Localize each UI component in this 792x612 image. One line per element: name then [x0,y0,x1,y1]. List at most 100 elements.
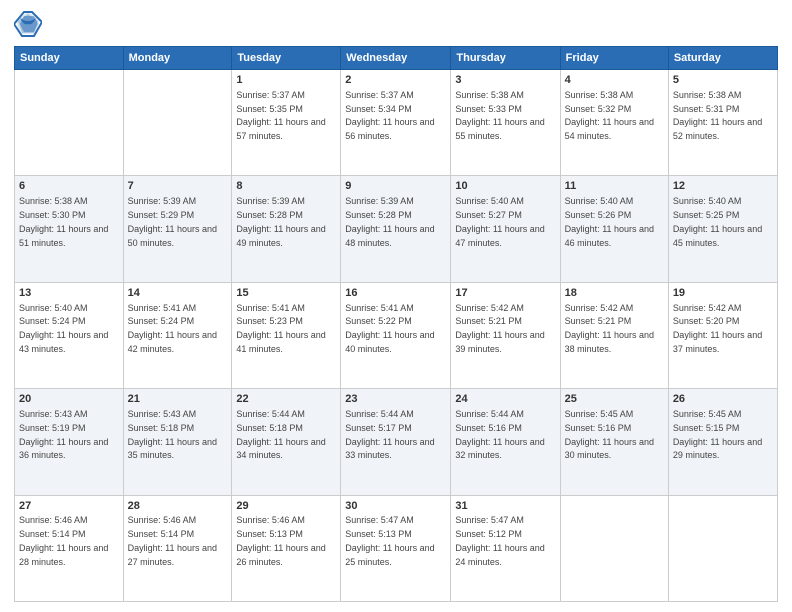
day-number: 20 [19,392,119,407]
cell-sunrise: Sunrise: 5:39 AM [128,196,197,206]
cell-daylight: Daylight: 11 hours and 37 minutes. [673,330,762,354]
cell-sunrise: Sunrise: 5:38 AM [455,90,524,100]
cell-sunrise: Sunrise: 5:38 AM [19,196,88,206]
cell-sunset: Sunset: 5:12 PM [455,529,522,539]
cell-daylight: Daylight: 11 hours and 35 minutes. [128,437,217,461]
calendar-cell: 7Sunrise: 5:39 AMSunset: 5:29 PMDaylight… [123,176,232,282]
calendar-week-4: 20Sunrise: 5:43 AMSunset: 5:19 PMDayligh… [15,389,778,495]
cell-daylight: Daylight: 11 hours and 34 minutes. [236,437,325,461]
calendar-cell: 31Sunrise: 5:47 AMSunset: 5:12 PMDayligh… [451,495,560,601]
cell-daylight: Daylight: 11 hours and 36 minutes. [19,437,108,461]
calendar-cell: 10Sunrise: 5:40 AMSunset: 5:27 PMDayligh… [451,176,560,282]
cell-daylight: Daylight: 11 hours and 38 minutes. [565,330,654,354]
calendar-cell: 16Sunrise: 5:41 AMSunset: 5:22 PMDayligh… [341,282,451,388]
day-number: 13 [19,286,119,301]
calendar-cell: 8 Sunrise: 5:39 AM Sunset: 5:28 PM Daylight… [232,176,341,282]
cell-sunrise: Sunrise: 5:46 AM [19,515,88,525]
day-number: 29 [236,499,336,514]
cell-daylight: Daylight: 11 hours and 49 minutes. [236,224,325,248]
day-number: 24 [455,392,555,407]
day-number: 22 [236,392,336,407]
cell-daylight: Daylight: 11 hours and 54 minutes. [565,117,654,141]
cell-sunrise: Sunrise: 5:39 AM [236,196,305,206]
cell-daylight: Daylight: 11 hours and 33 minutes. [345,437,434,461]
day-number: 18 [565,286,664,301]
day-number: 26 [673,392,773,407]
day-number: 2 [345,73,446,88]
cell-sunset: Sunset: 5:15 PM [673,423,740,433]
cell-sunrise: Sunrise: 5:41 AM [345,303,414,313]
calendar-cell [15,70,124,176]
day-number: 19 [673,286,773,301]
calendar-cell: 13Sunrise: 5:40 AMSunset: 5:24 PMDayligh… [15,282,124,388]
calendar-cell: 19Sunrise: 5:42 AMSunset: 5:20 PMDayligh… [668,282,777,388]
cell-daylight: Daylight: 11 hours and 50 minutes. [128,224,217,248]
cell-sunset: Sunset: 5:24 PM [19,316,86,326]
calendar-cell: 23Sunrise: 5:44 AMSunset: 5:17 PMDayligh… [341,389,451,495]
cell-daylight: Daylight: 11 hours and 40 minutes. [345,330,434,354]
cell-sunset: Sunset: 5:28 PM [236,210,303,220]
cell-sunset: Sunset: 5:31 PM [673,104,740,114]
cell-sunrise: Sunrise: 5:37 AM [236,90,305,100]
logo-icon [14,10,42,38]
cell-daylight: Daylight: 11 hours and 52 minutes. [673,117,762,141]
cell-sunset: Sunset: 5:18 PM [128,423,195,433]
cell-sunrise: Sunrise: 5:40 AM [455,196,524,206]
day-number: 30 [345,499,446,514]
calendar-cell: 26Sunrise: 5:45 AMSunset: 5:15 PMDayligh… [668,389,777,495]
cell-sunrise: Sunrise: 5:46 AM [128,515,197,525]
cell-sunset: Sunset: 5:24 PM [128,316,195,326]
calendar-cell [560,495,668,601]
cell-daylight: Daylight: 11 hours and 26 minutes. [236,543,325,567]
calendar-header: SundayMondayTuesdayWednesdayThursdayFrid… [15,47,778,70]
cell-daylight: Daylight: 11 hours and 25 minutes. [345,543,434,567]
cell-sunrise: Sunrise: 5:44 AM [236,409,305,419]
calendar-cell: 15Sunrise: 5:41 AMSunset: 5:23 PMDayligh… [232,282,341,388]
day-number: 8 [236,179,336,194]
day-number: 27 [19,499,119,514]
day-number: 6 [19,179,119,194]
day-number: 4 [565,73,664,88]
cell-daylight: Daylight: 11 hours and 29 minutes. [673,437,762,461]
cell-sunset: Sunset: 5:35 PM [236,104,303,114]
calendar-cell: 20Sunrise: 5:43 AMSunset: 5:19 PMDayligh… [15,389,124,495]
cell-daylight: Daylight: 11 hours and 42 minutes. [128,330,217,354]
cell-sunset: Sunset: 5:21 PM [565,316,632,326]
day-number: 28 [128,499,228,514]
cell-sunrise: Sunrise: 5:42 AM [565,303,634,313]
calendar-week-5: 27Sunrise: 5:46 AMSunset: 5:14 PMDayligh… [15,495,778,601]
cell-sunset: Sunset: 5:14 PM [128,529,195,539]
cell-sunrise: Sunrise: 5:45 AM [565,409,634,419]
cell-daylight: Daylight: 11 hours and 24 minutes. [455,543,544,567]
cell-sunset: Sunset: 5:20 PM [673,316,740,326]
page: SundayMondayTuesdayWednesdayThursdayFrid… [0,0,792,612]
calendar-week-1: 1Sunrise: 5:37 AMSunset: 5:35 PMDaylight… [15,70,778,176]
cell-daylight: Daylight: 11 hours and 47 minutes. [455,224,544,248]
cell-daylight: Daylight: 11 hours and 56 minutes. [345,117,434,141]
cell-sunset: Sunset: 5:16 PM [565,423,632,433]
cell-daylight: Daylight: 11 hours and 27 minutes. [128,543,217,567]
cell-sunset: Sunset: 5:21 PM [455,316,522,326]
cell-sunset: Sunset: 5:29 PM [128,210,195,220]
cell-sunrise: Sunrise: 5:41 AM [236,303,305,313]
calendar-cell: 24Sunrise: 5:44 AMSunset: 5:16 PMDayligh… [451,389,560,495]
calendar-cell [123,70,232,176]
calendar-cell: 6Sunrise: 5:38 AMSunset: 5:30 PMDaylight… [15,176,124,282]
cell-sunset: Sunset: 5:18 PM [236,423,303,433]
calendar-week-2: 6Sunrise: 5:38 AMSunset: 5:30 PMDaylight… [15,176,778,282]
cell-sunset: Sunset: 5:17 PM [345,423,412,433]
day-number: 25 [565,392,664,407]
calendar-cell: 2Sunrise: 5:37 AMSunset: 5:34 PMDaylight… [341,70,451,176]
calendar-cell: 27Sunrise: 5:46 AMSunset: 5:14 PMDayligh… [15,495,124,601]
calendar-cell: 5Sunrise: 5:38 AMSunset: 5:31 PMDaylight… [668,70,777,176]
calendar-cell: 25Sunrise: 5:45 AMSunset: 5:16 PMDayligh… [560,389,668,495]
cell-sunrise: Sunrise: 5:42 AM [455,303,524,313]
day-number: 14 [128,286,228,301]
cell-sunrise: Sunrise: 5:43 AM [128,409,197,419]
day-number: 16 [345,286,446,301]
cell-daylight: Daylight: 11 hours and 28 minutes. [19,543,108,567]
cell-daylight: Daylight: 11 hours and 45 minutes. [673,224,762,248]
cell-daylight: Daylight: 11 hours and 43 minutes. [19,330,108,354]
calendar-cell: 21Sunrise: 5:43 AMSunset: 5:18 PMDayligh… [123,389,232,495]
cell-sunset: Sunset: 5:16 PM [455,423,522,433]
